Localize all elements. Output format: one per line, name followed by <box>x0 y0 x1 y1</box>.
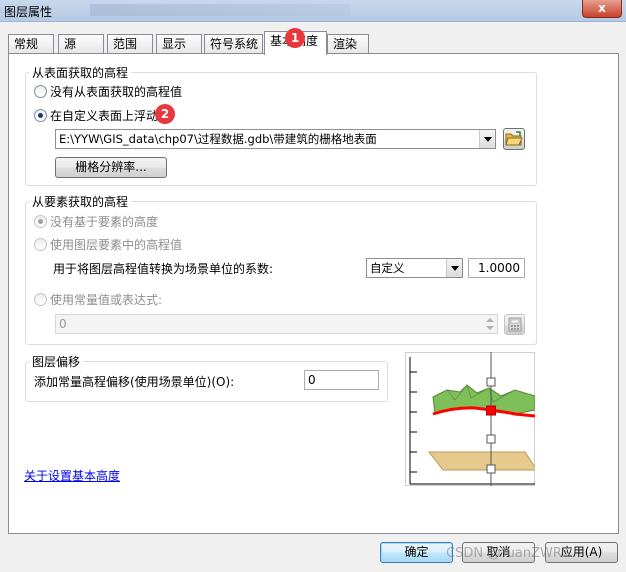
base-height-illustration <box>405 352 535 486</box>
spinner-arrows-icon <box>486 318 494 330</box>
window-title: 图层属性 <box>4 5 53 19</box>
conversion-factor-label: 用于将图层高程值转换为场景单位的系数: <box>53 262 274 276</box>
constant-spinner[interactable] <box>483 315 497 333</box>
radio-no-feature-height-label: 没有基于要素的高度 <box>50 215 159 229</box>
folder-open-icon <box>505 131 523 146</box>
surface-group-title: 从表面获取的高程 <box>29 64 132 81</box>
annotation-badge-1: 1 <box>285 28 305 48</box>
browse-folder-button[interactable] <box>503 128 525 150</box>
radio-custom-surface-label: 在自定义表面上浮动 <box>50 109 159 123</box>
tab-extent[interactable]: 范围 <box>107 34 153 54</box>
title-bar: 图层属性 x <box>0 0 626 22</box>
tab-symbology[interactable]: 符号系统 <box>204 34 263 54</box>
title-bar-blur <box>90 4 350 16</box>
tab-general[interactable]: 常规 <box>8 34 54 54</box>
radio-no-surface-label: 没有从表面获取的高程值 <box>50 85 183 99</box>
radio-custom-surface-row[interactable]: 在自定义表面上浮动 <box>34 107 158 124</box>
radio-custom-surface[interactable] <box>34 109 47 122</box>
help-link[interactable]: 关于设置基本高度 <box>24 467 120 484</box>
tab-rendering[interactable]: 渲染 <box>327 34 369 54</box>
close-button[interactable]: x <box>582 0 622 18</box>
radio-constant-expr-row[interactable]: 使用常量值或表达式: <box>34 291 162 308</box>
conversion-unit-value: 自定义 <box>370 261 405 275</box>
radio-no-feature-height-row[interactable]: 没有基于要素的高度 <box>34 213 158 230</box>
offset-label: 添加常量高程偏移(使用场景单位)(O): <box>34 375 235 389</box>
offset-input[interactable]: 0 <box>304 370 379 390</box>
offset-group-title: 图层偏移 <box>29 353 84 370</box>
tab-display[interactable]: 显示 <box>156 34 202 54</box>
radio-no-feature-height[interactable] <box>34 215 47 228</box>
chevron-down-icon[interactable] <box>446 259 462 277</box>
tab-source[interactable]: 源 <box>58 34 104 54</box>
ok-button[interactable]: 确定 <box>380 542 453 563</box>
radio-no-surface-row[interactable]: 没有从表面获取的高程值 <box>34 83 182 100</box>
calculator-icon <box>508 317 521 332</box>
radio-no-surface[interactable] <box>34 85 47 98</box>
radio-constant-expr[interactable] <box>34 293 47 306</box>
conversion-unit-select[interactable]: 自定义 <box>366 258 463 278</box>
radio-layer-feature-elev-label: 使用图层要素中的高程值 <box>50 238 183 252</box>
raster-resolution-button[interactable]: 栅格分辨率... <box>55 157 167 178</box>
feature-group-title: 从要素获取的高程 <box>29 193 132 210</box>
constant-expr-input[interactable]: 0 <box>55 314 498 334</box>
chevron-down-icon[interactable] <box>479 130 495 148</box>
watermark: CSDN @YuanZWRS <box>446 546 571 561</box>
radio-layer-feature-elev[interactable] <box>34 238 47 251</box>
annotation-badge-2: 2 <box>155 104 175 124</box>
expression-builder-button[interactable] <box>504 314 525 335</box>
radio-constant-expr-label: 使用常量值或表达式: <box>50 293 163 307</box>
surface-path-select[interactable]: E:\YYW\GIS_data\chp07\过程数据.gdb\带建筑的栅格地表面 <box>55 129 496 149</box>
surface-path-value: E:\YYW\GIS_data\chp07\过程数据.gdb\带建筑的栅格地表面 <box>59 132 377 146</box>
conversion-factor-input[interactable]: 1.0000 <box>468 258 525 278</box>
tab-panel: 从表面获取的高程 没有从表面获取的高程值 在自定义表面上浮动 2 E:\YYW\… <box>8 53 619 534</box>
radio-layer-feature-elev-row[interactable]: 使用图层要素中的高程值 <box>34 236 182 253</box>
